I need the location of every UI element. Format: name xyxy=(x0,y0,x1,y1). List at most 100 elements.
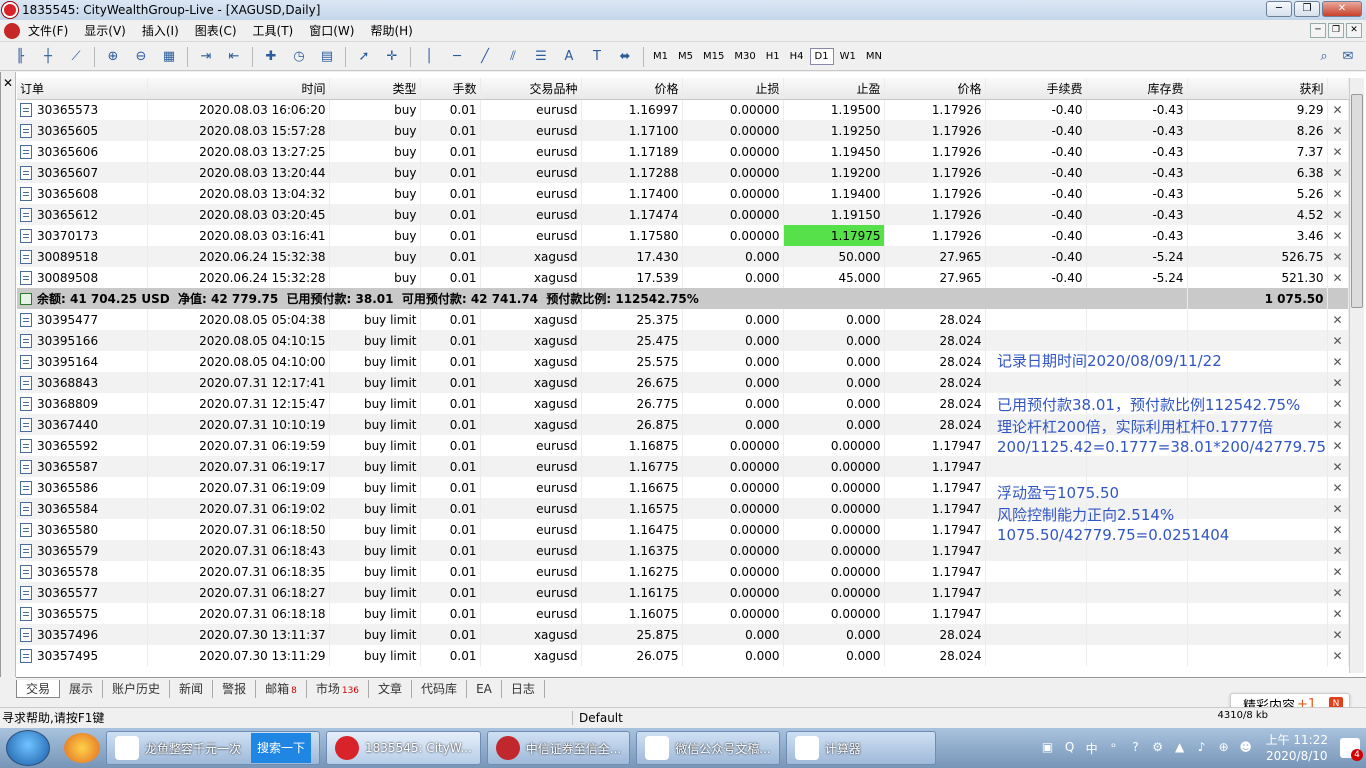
tab-code-base[interactable]: 代码库 xyxy=(412,679,468,698)
table-row[interactable]: 30365612 2020.08.03 03:20:45 buy 0.01 eurusd… xyxy=(17,204,1349,225)
search-icon[interactable]: ⌕ xyxy=(1313,46,1335,68)
table-row[interactable]: 30365606 2020.08.03 13:27:25 buy 0.01 eurusd… xyxy=(17,141,1349,162)
close-order-icon[interactable]: ✕ xyxy=(1327,519,1349,540)
menu-help[interactable]: 帮助(H) xyxy=(362,22,420,39)
close-order-icon[interactable]: ✕ xyxy=(1327,246,1349,267)
taskbar-mt4-window[interactable]: 1835545: CityW... xyxy=(326,731,481,765)
column-header-type[interactable]: 类型 xyxy=(329,78,421,100)
table-row[interactable]: 30365608 2020.08.03 13:04:32 buy 0.01 eurusd… xyxy=(17,183,1349,204)
candlestick-icon[interactable]: ┼ xyxy=(37,46,59,68)
table-row[interactable]: 30357496 2020.07.30 13:11:37 buy limit 0.01… xyxy=(17,624,1349,645)
menu-charts[interactable]: 图表(C) xyxy=(187,22,245,39)
timeframe-mn[interactable]: MN xyxy=(862,49,886,64)
system-clock[interactable]: 上午 11:22 2020/8/10 xyxy=(1266,732,1328,764)
table-row[interactable]: 30365573 2020.08.03 16:06:20 buy 0.01 eurusd… xyxy=(17,99,1349,120)
templates-icon[interactable]: ▤ xyxy=(316,46,338,68)
close-order-icon[interactable]: ✕ xyxy=(1327,162,1349,183)
close-order-icon[interactable]: ✕ xyxy=(1327,267,1349,288)
table-row[interactable]: 30365605 2020.08.03 15:57:28 buy 0.01 eurusd… xyxy=(17,120,1349,141)
table-row[interactable]: 30365607 2020.08.03 13:20:44 buy 0.01 eurusd… xyxy=(17,162,1349,183)
close-order-icon[interactable]: ✕ xyxy=(1327,330,1349,351)
tab-experts[interactable]: EA xyxy=(467,679,502,698)
minimize-button[interactable]: ─ xyxy=(1266,1,1292,17)
timeframe-m5[interactable]: M5 xyxy=(674,49,697,64)
column-header-tp[interactable]: 止盈 xyxy=(783,78,885,100)
crosshair-icon[interactable]: ✛ xyxy=(381,46,403,68)
chart-shift-icon[interactable]: ⇤ xyxy=(223,46,245,68)
channel-icon[interactable]: ⫽ xyxy=(502,46,524,68)
column-header-current-price[interactable]: 价格 xyxy=(884,78,986,100)
column-header-sl[interactable]: 止损 xyxy=(682,78,784,100)
close-order-icon[interactable]: ✕ xyxy=(1327,456,1349,477)
close-order-icon[interactable]: ✕ xyxy=(1327,225,1349,246)
close-order-icon[interactable]: ✕ xyxy=(1327,120,1349,141)
scrollbar-thumb[interactable] xyxy=(1351,94,1363,308)
table-row[interactable]: 30368843 2020.07.31 12:17:41 buy limit 0.01… xyxy=(17,372,1349,393)
tab-market[interactable]: 市场 136 xyxy=(307,679,370,698)
close-order-icon[interactable]: ✕ xyxy=(1327,414,1349,435)
notification-bell-icon[interactable]: ♪ xyxy=(1194,740,1210,756)
timeframe-m30[interactable]: M30 xyxy=(730,49,759,64)
zoom-out-icon[interactable]: ⊖ xyxy=(130,46,152,68)
qq-icon[interactable]: ☻ xyxy=(1238,740,1254,756)
close-order-icon[interactable]: ✕ xyxy=(1327,582,1349,603)
close-order-icon[interactable]: ✕ xyxy=(1327,624,1349,645)
close-order-icon[interactable]: ✕ xyxy=(1327,351,1349,372)
bar-chart-icon[interactable]: ╟ xyxy=(9,46,31,68)
taskbar-search-button[interactable]: 搜索一下 xyxy=(251,733,312,763)
trendline-icon[interactable]: ╱ xyxy=(474,46,496,68)
mdi-restore-button[interactable]: ❐ xyxy=(1328,23,1344,38)
table-row[interactable]: 30365578 2020.07.31 06:18:35 buy limit 0.01… xyxy=(17,561,1349,582)
taskbar-word-window[interactable]: 微信公众号文稿... xyxy=(636,731,780,765)
table-row[interactable]: 30395166 2020.08.05 04:10:15 buy limit 0.01… xyxy=(17,330,1349,351)
timeframe-m15[interactable]: M15 xyxy=(699,49,728,64)
timeframe-h4[interactable]: H4 xyxy=(786,49,808,64)
cursor-icon[interactable]: ➚ xyxy=(353,46,375,68)
table-row[interactable]: 30357495 2020.07.30 13:11:29 buy limit 0.01… xyxy=(17,645,1349,666)
menu-file[interactable]: 文件(F) xyxy=(20,22,76,39)
taskbar-calculator-window[interactable]: 计算器 xyxy=(785,731,936,765)
close-order-icon[interactable]: ✕ xyxy=(1327,498,1349,519)
zoom-in-icon[interactable]: ⊕ xyxy=(102,46,124,68)
vertical-scrollbar[interactable] xyxy=(1349,78,1364,673)
timeframe-w1[interactable]: W1 xyxy=(836,49,860,64)
close-order-icon[interactable]: ✕ xyxy=(1327,141,1349,162)
timeframe-m1[interactable]: M1 xyxy=(649,49,672,64)
table-row[interactable]: 30365577 2020.07.31 06:18:27 buy limit 0.01… xyxy=(17,582,1349,603)
tab-alerts[interactable]: 警报 xyxy=(213,679,257,698)
timeframe-d1[interactable]: D1 xyxy=(809,48,834,65)
text-icon[interactable]: A xyxy=(558,46,580,68)
close-order-icon[interactable]: ✕ xyxy=(1327,372,1349,393)
close-order-icon[interactable]: ✕ xyxy=(1327,204,1349,225)
column-header-symbol[interactable]: 交易品种 xyxy=(480,78,582,100)
close-order-icon[interactable]: ✕ xyxy=(1327,540,1349,561)
horizontal-line-icon[interactable]: ─ xyxy=(446,46,468,68)
line-chart-icon[interactable]: ⟋ xyxy=(65,46,87,68)
indicators-icon[interactable]: ✚ xyxy=(260,46,282,68)
column-header-lots[interactable]: 手数 xyxy=(420,78,481,100)
tile-windows-icon[interactable]: ▦ xyxy=(158,46,180,68)
vertical-line-icon[interactable]: │ xyxy=(418,46,440,68)
tab-account-history[interactable]: 账户历史 xyxy=(103,679,171,698)
table-row[interactable]: 30395477 2020.08.05 05:04:38 buy limit 0.01… xyxy=(17,309,1349,330)
pdf-icon[interactable]: ▣ xyxy=(1040,740,1056,756)
taskbar-ie-window[interactable]: 龙鱼整容千元一次 搜索一下 xyxy=(106,731,321,765)
timeframe-h1[interactable]: H1 xyxy=(762,49,784,64)
fibonacci-icon[interactable]: ☰ xyxy=(530,46,552,68)
q-icon[interactable]: Q xyxy=(1062,740,1078,756)
start-button[interactable] xyxy=(6,730,50,766)
tab-exposure[interactable]: 展示 xyxy=(60,679,104,698)
periods-icon[interactable]: ◷ xyxy=(288,46,310,68)
text-label-icon[interactable]: T xyxy=(586,46,608,68)
menu-view[interactable]: 显示(V) xyxy=(76,22,134,39)
arrows-icon[interactable]: ⬌ xyxy=(614,46,636,68)
mdi-close-button[interactable]: ✕ xyxy=(1346,23,1362,38)
punctuation-icon[interactable]: ᵒ xyxy=(1106,740,1122,756)
close-order-icon[interactable]: ✕ xyxy=(1327,99,1349,120)
column-header-price[interactable]: 价格 xyxy=(581,78,683,100)
pinned-app-icon[interactable] xyxy=(64,733,100,763)
close-order-icon[interactable]: ✕ xyxy=(1327,309,1349,330)
menu-window[interactable]: 窗口(W) xyxy=(301,22,362,39)
add-icon[interactable]: ⊕ xyxy=(1216,740,1232,756)
close-order-icon[interactable]: ✕ xyxy=(1327,561,1349,582)
